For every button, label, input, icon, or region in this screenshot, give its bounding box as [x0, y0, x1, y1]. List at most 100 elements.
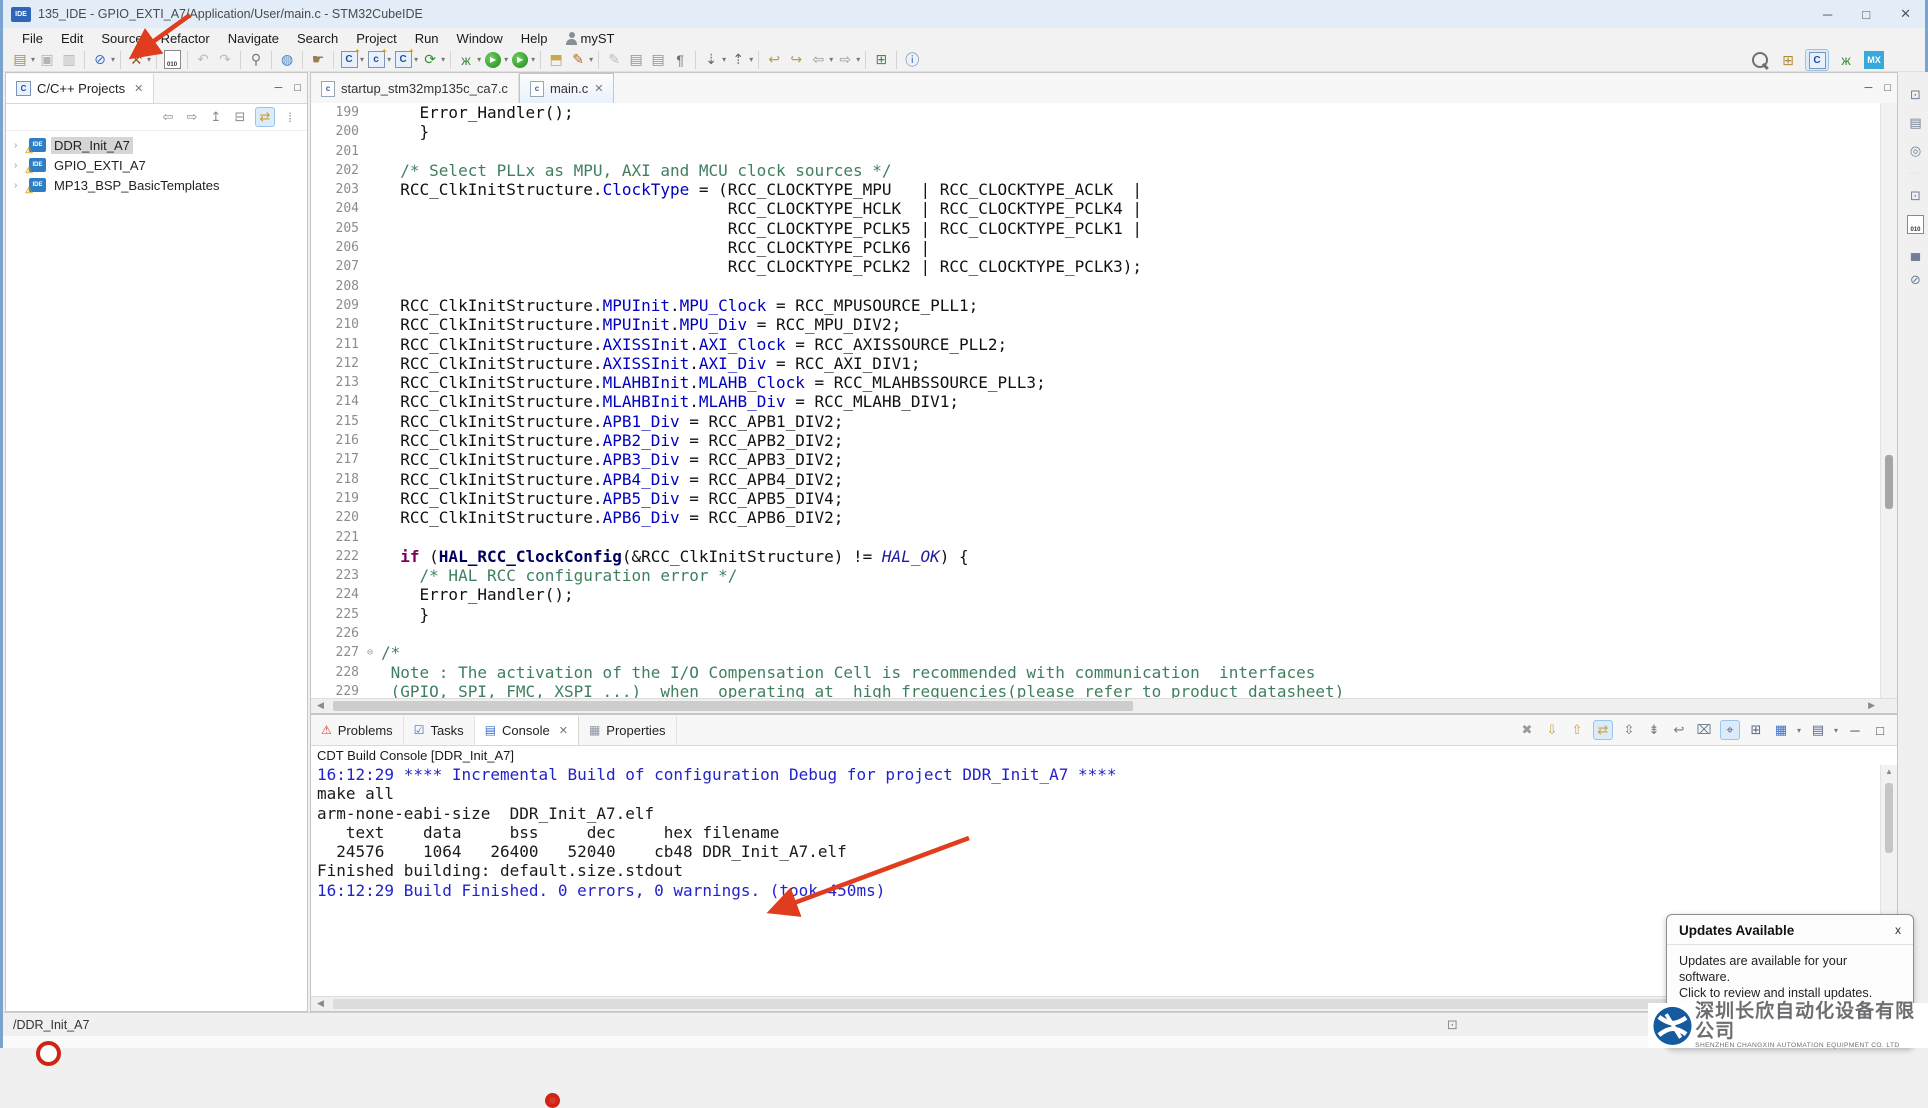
maximize-view-icon[interactable]: □: [294, 82, 301, 94]
outline-view-icon[interactable]: ▤: [1907, 114, 1925, 132]
clear-console-icon[interactable]: ⌧: [1695, 721, 1713, 739]
editor-tab-startup_stm32mp135c_ca7.c[interactable]: cstartup_stm32mp135c_ca7.c: [311, 74, 519, 103]
new-stm32-project-icon[interactable]: C✦: [338, 50, 360, 70]
popup-close-icon[interactable]: x: [1895, 923, 1901, 937]
new-wizard-icon[interactable]: ▤: [9, 50, 31, 70]
generate-code-icon[interactable]: ⟳: [419, 50, 441, 70]
minimize-panel-icon[interactable]: ─: [1846, 721, 1864, 739]
line-number[interactable]: 216: [311, 431, 359, 450]
search-icon[interactable]: [1749, 50, 1771, 70]
forward-history-dropdown-icon[interactable]: ▾: [856, 55, 860, 64]
paint-tool-icon[interactable]: ✎: [567, 50, 589, 70]
scroll-right-icon[interactable]: ▶: [1868, 700, 1875, 711]
generate-code-dropdown-icon[interactable]: ▾: [441, 55, 445, 64]
build-dropdown-icon[interactable]: ▾: [147, 55, 151, 64]
editor-horizontal-scrollbar[interactable]: ◀ ▶: [311, 698, 1897, 713]
line-number[interactable]: 199: [311, 103, 359, 122]
line-number[interactable]: 205: [311, 219, 359, 238]
tab-tasks[interactable]: ☑Tasks: [404, 716, 475, 745]
new-c-file-dropdown-icon[interactable]: ▾: [387, 55, 391, 64]
display-selected-console-icon[interactable]: ▦: [1772, 721, 1790, 739]
line-number[interactable]: 220: [311, 508, 359, 527]
display-selected-console-dropdown-icon[interactable]: ▾: [1797, 726, 1801, 735]
link-with-editor-icon[interactable]: ⇄: [255, 107, 275, 127]
line-number[interactable]: 218: [311, 470, 359, 489]
line-number[interactable]: 222: [311, 547, 359, 566]
line-number[interactable]: 203: [311, 180, 359, 199]
editor-hscroll-thumb[interactable]: [333, 701, 1133, 711]
open-perspective-icon[interactable]: ⊞: [1777, 50, 1799, 70]
menu-refactor[interactable]: Refactor: [152, 30, 219, 47]
close-console-icon[interactable]: ✕: [559, 724, 568, 737]
save-all-icon[interactable]: ▥: [58, 50, 80, 70]
close-icon[interactable]: ✕: [134, 82, 143, 95]
terminate-icon[interactable]: ✖: [1518, 721, 1536, 739]
line-number[interactable]: 223: [311, 566, 359, 585]
word-wrap-icon[interactable]: ↩: [1670, 721, 1688, 739]
restore-view-icon[interactable]: ⊡: [1907, 86, 1925, 104]
pencil-icon[interactable]: ✎: [603, 50, 625, 70]
editor-vertical-scrollbar[interactable]: [1880, 103, 1897, 699]
editor-tab-main.c[interactable]: cmain.c✕: [519, 73, 615, 103]
tab-problems[interactable]: ⚠Problems: [311, 716, 404, 745]
open-console-icon[interactable]: ▤: [1809, 721, 1827, 739]
next-annotation-dropdown-icon[interactable]: ▾: [722, 55, 726, 64]
fold-collapse-icon[interactable]: ⊖: [359, 643, 381, 662]
line-number[interactable]: 209: [311, 296, 359, 315]
save-icon[interactable]: ▣: [36, 50, 58, 70]
line-number[interactable]: 215: [311, 412, 359, 431]
code-editor[interactable]: 199 Error_Handler();200 }201202 /* Selec…: [311, 103, 1897, 699]
cpp-perspective-icon[interactable]: C: [1805, 49, 1829, 71]
collapse-all-icon[interactable]: ⊟: [231, 108, 249, 126]
notification-icon[interactable]: ⊡: [1447, 1017, 1458, 1033]
prev-annotation-icon[interactable]: ⇡: [727, 50, 749, 70]
open-element-icon[interactable]: ⬒: [545, 50, 567, 70]
show-next-icon[interactable]: ⇩: [1543, 721, 1561, 739]
link-console-icon[interactable]: ⇄: [1593, 720, 1613, 740]
keyword-scroll-lock-icon[interactable]: ⇟: [1645, 721, 1663, 739]
menu-file[interactable]: File: [13, 30, 52, 47]
line-number[interactable]: 227: [311, 643, 359, 662]
menu-myst[interactable]: myST: [557, 30, 624, 47]
menu-edit[interactable]: Edit: [52, 30, 92, 47]
minimize-view-icon[interactable]: ─: [275, 82, 283, 94]
view-menu-icon[interactable]: ⁞: [281, 108, 299, 126]
close-window-icon[interactable]: ✕: [1900, 6, 1911, 22]
popup-line2[interactable]: Click to review and install updates.: [1679, 985, 1901, 1001]
maximize-editor-icon[interactable]: □: [1884, 82, 1891, 94]
expand-icon[interactable]: ›: [14, 140, 24, 151]
menu-navigate[interactable]: Navigate: [219, 30, 288, 47]
project-item-GPIO_EXTI_A7[interactable]: ›IDE⚠GPIO_EXTI_A7: [6, 155, 307, 175]
line-number[interactable]: 229: [311, 682, 359, 699]
prev-annotation-dropdown-icon[interactable]: ▾: [749, 55, 753, 64]
scroll-left-icon[interactable]: ◀: [317, 700, 324, 711]
last-edit-forward-icon[interactable]: ↪: [785, 50, 807, 70]
build-targets-view-icon[interactable]: ◎: [1907, 142, 1925, 160]
menu-window[interactable]: Window: [448, 30, 512, 47]
menu-source[interactable]: Source: [92, 30, 151, 47]
line-number[interactable]: 212: [311, 354, 359, 373]
run-dropdown-icon[interactable]: ▾: [504, 55, 508, 64]
search-flashlight-icon[interactable]: ⚲: [245, 50, 267, 70]
line-number[interactable]: 207: [311, 257, 359, 276]
line-number[interactable]: 225: [311, 605, 359, 624]
menu-search[interactable]: Search: [288, 30, 347, 47]
line-number[interactable]: 228: [311, 663, 359, 682]
info-icon[interactable]: ⓘ: [901, 50, 923, 70]
skip-all-breakpoints-icon[interactable]: ⊘: [89, 50, 111, 70]
minimize-editor-icon[interactable]: ─: [1865, 82, 1873, 94]
forward-icon[interactable]: ⇨: [183, 108, 201, 126]
line-number[interactable]: 217: [311, 450, 359, 469]
next-annotation-icon[interactable]: ⇣: [700, 50, 722, 70]
line-number[interactable]: 206: [311, 238, 359, 257]
device-configuration-tool-icon[interactable]: MX: [1863, 50, 1885, 70]
line-number[interactable]: 221: [311, 528, 359, 547]
console-hscroll-thumb[interactable]: [333, 999, 1713, 1009]
up-icon[interactable]: ↥: [207, 108, 225, 126]
tab-console[interactable]: ▤Console✕: [475, 716, 579, 745]
new-class-icon[interactable]: C✦: [392, 50, 414, 70]
line-number[interactable]: 210: [311, 315, 359, 334]
editor-vscroll-thumb[interactable]: [1885, 455, 1893, 509]
line-number[interactable]: 219: [311, 489, 359, 508]
line-number[interactable]: 226: [311, 624, 359, 643]
